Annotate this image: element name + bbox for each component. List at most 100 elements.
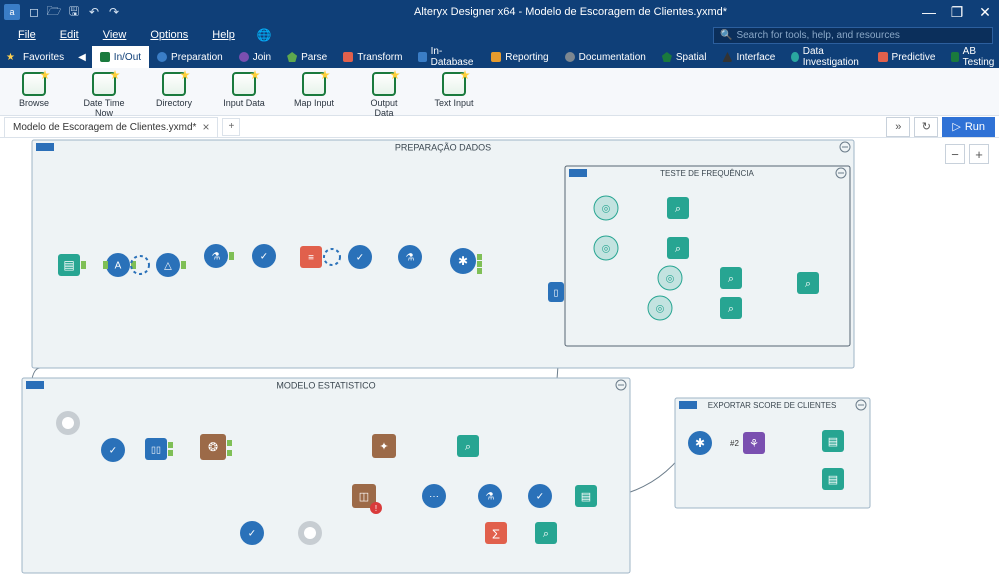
save-icon[interactable]: 🖫	[64, 2, 84, 23]
document-tab[interactable]: Modelo de Escoragem de Clientes.yxmd* ×	[4, 117, 218, 137]
node-formula3[interactable]: ⚗	[478, 484, 502, 508]
node-cleanse4[interactable]: ✓	[528, 484, 552, 508]
node-output2[interactable]: ▤	[822, 430, 844, 452]
node-browse6[interactable]: ⌕	[535, 522, 557, 544]
menu-edit[interactable]: Edit	[48, 29, 91, 41]
new-icon[interactable]: ◻	[24, 5, 44, 19]
svg-text:⌕: ⌕	[728, 273, 734, 285]
svg-text:△: △	[164, 261, 172, 272]
tab-reporting[interactable]: Reporting	[483, 46, 556, 68]
svg-text:✓: ✓	[109, 446, 117, 457]
node-browse5[interactable]: ⌕	[457, 435, 479, 457]
svg-text:✓: ✓	[248, 529, 256, 540]
node-freq1[interactable]: ◎	[594, 196, 618, 220]
overflow-button[interactable]: »	[886, 117, 910, 137]
tool-directory[interactable]: Directory	[150, 72, 198, 108]
node-clean5[interactable]: ✓	[240, 521, 264, 545]
undo-icon[interactable]: ↶	[84, 5, 104, 19]
tab-ab-testing[interactable]: AB Testing	[943, 46, 999, 68]
svg-text:⌕: ⌕	[675, 203, 681, 215]
toolbox: Browse Date Time Now Directory Input Dat…	[0, 68, 999, 116]
svg-text:◎: ◎	[602, 244, 611, 255]
node-cleanse2[interactable]: ✓	[348, 245, 372, 269]
node-macroin[interactable]	[56, 411, 80, 435]
tab-spatial[interactable]: Spatial	[654, 46, 715, 68]
app-icon: a	[4, 4, 20, 20]
node-output3[interactable]: ▤	[822, 468, 844, 490]
node-freq2[interactable]: ◎	[594, 236, 618, 260]
workflow-canvas[interactable]: − +	[0, 138, 999, 580]
tool-input-data[interactable]: Input Data	[220, 72, 268, 108]
node-browse3b[interactable]: ⌕	[797, 272, 819, 294]
tab-data-investigation[interactable]: Data Investigation	[783, 46, 869, 68]
ribbon-tabs: ★ Favorites ◀ In/Out Preparation Join Pa…	[0, 46, 999, 68]
tool-output-data[interactable]: Output Data	[360, 72, 408, 118]
node-browse1[interactable]: ⌕	[667, 197, 689, 219]
search-box[interactable]: 🔍 Search for tools, help, and resources	[713, 27, 993, 44]
menu-options[interactable]: Options	[138, 29, 200, 41]
node-union[interactable]: ⋯	[422, 484, 446, 508]
svg-text:A: A	[115, 261, 122, 272]
maximize-button[interactable]: ❐	[943, 4, 971, 21]
menu-help[interactable]: Help	[200, 29, 247, 41]
tool-browse[interactable]: Browse	[10, 72, 58, 108]
menu-bar: File Edit View Options Help 🌐 🔍 Search f…	[0, 24, 999, 46]
node-join2[interactable]: ✱	[688, 431, 712, 455]
svg-text:❂: ❂	[208, 440, 218, 454]
node-append[interactable]: ▯	[548, 282, 564, 302]
svg-text:⌕: ⌕	[543, 528, 549, 540]
node-freq3[interactable]: ◎	[658, 266, 682, 290]
menu-file[interactable]: File	[6, 29, 48, 41]
open-icon[interactable]: 🗁	[44, 2, 64, 23]
svg-text:Σ: Σ	[492, 526, 500, 541]
history-button[interactable]: ↻	[914, 117, 938, 137]
svg-text:◎: ◎	[666, 274, 675, 285]
node-sigma[interactable]: Σ	[485, 522, 507, 544]
node-score[interactable]: ✦	[372, 434, 396, 458]
minimize-button[interactable]: —	[915, 4, 943, 20]
tab-favorites[interactable]: Favorites	[15, 46, 72, 68]
node-browse2[interactable]: ⌕	[667, 237, 689, 259]
node-formula2[interactable]: ⚗	[398, 245, 422, 269]
tool-date-time-now[interactable]: Date Time Now	[80, 72, 128, 118]
tool-map-input[interactable]: Map Input	[290, 72, 338, 108]
label-w2: #2	[730, 439, 739, 448]
close-button[interactable]: ✕	[971, 4, 999, 21]
new-tab-button[interactable]: +	[222, 118, 240, 136]
search-icon: 🔍	[720, 30, 732, 41]
run-button[interactable]: ▷Run	[942, 117, 995, 137]
container-export-title: EXPORTAR SCORE DE CLIENTES	[708, 401, 837, 410]
tab-parse[interactable]: Parse	[279, 46, 335, 68]
tab-interface[interactable]: Interface	[714, 46, 783, 68]
node-browse3[interactable]: ⌕	[720, 267, 742, 289]
node-macro2[interactable]	[298, 521, 322, 545]
svg-text:✓: ✓	[356, 253, 364, 264]
node-score2[interactable]: ⚘	[743, 432, 765, 454]
tab-in-database[interactable]: In-Database	[410, 46, 483, 68]
tab-documentation[interactable]: Documentation	[557, 46, 654, 68]
node-freq4[interactable]: ◎	[648, 296, 672, 320]
node-cleanse3[interactable]: ✓	[101, 438, 125, 462]
node-transform[interactable]: ≡	[300, 246, 322, 268]
tab-transform[interactable]: Transform	[335, 46, 410, 68]
svg-text:▤: ▤	[581, 491, 591, 503]
redo-icon[interactable]: ↷	[104, 5, 124, 19]
svg-text:✱: ✱	[458, 254, 468, 268]
container-freq-title: TESTE DE FREQUÊNCIA	[660, 169, 754, 178]
tab-predictive[interactable]: Predictive	[870, 46, 944, 68]
close-tab-icon[interactable]: ×	[202, 120, 209, 134]
tab-join[interactable]: Join	[231, 46, 279, 68]
tab-in-out[interactable]: In/Out	[92, 46, 149, 68]
svg-text:⌕: ⌕	[728, 303, 734, 315]
svg-text:⚗: ⚗	[406, 253, 415, 264]
ribbon-left-arrow[interactable]: ◀	[72, 52, 92, 63]
language-icon[interactable]: 🌐	[257, 28, 272, 42]
document-tabs: Modelo de Escoragem de Clientes.yxmd* × …	[0, 116, 999, 138]
tool-text-input[interactable]: Text Input	[430, 72, 478, 108]
node-output1[interactable]: ▤	[575, 485, 597, 507]
menu-view[interactable]: View	[91, 29, 139, 41]
svg-text:▤: ▤	[828, 474, 838, 486]
node-browse4[interactable]: ⌕	[720, 297, 742, 319]
tab-preparation[interactable]: Preparation	[149, 46, 231, 68]
node-cleanse[interactable]: ✓	[252, 244, 276, 268]
